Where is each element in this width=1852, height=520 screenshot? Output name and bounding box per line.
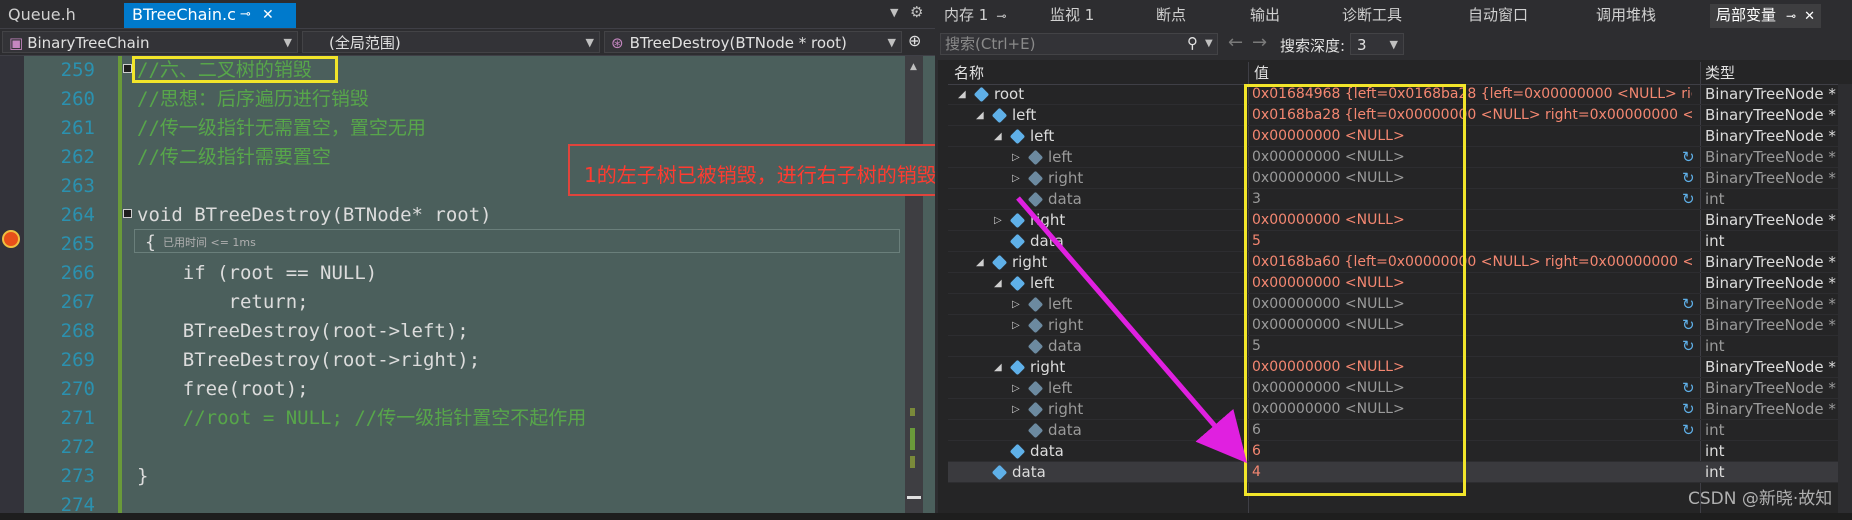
annotation-arrow bbox=[1016, 196, 1248, 464]
watermark: CSDN @新晓·故知 bbox=[1688, 489, 1833, 509]
